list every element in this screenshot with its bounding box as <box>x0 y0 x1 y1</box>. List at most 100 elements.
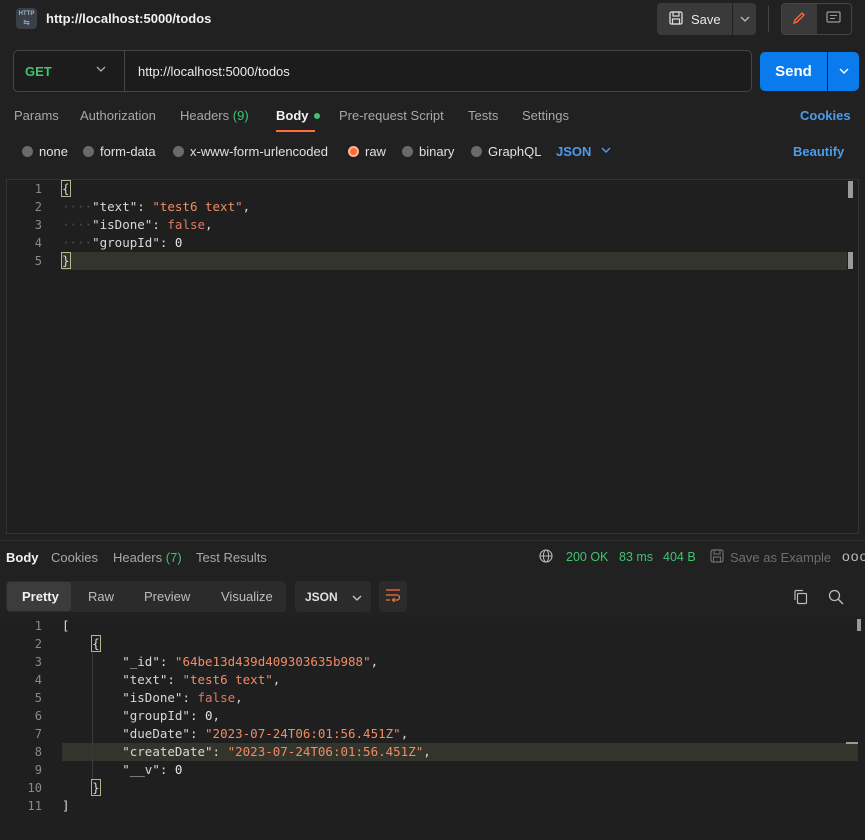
response-scroll-marker <box>846 742 858 744</box>
radio-label: none <box>39 144 68 159</box>
copy-icon[interactable] <box>793 589 809 608</box>
line-number: 5 <box>34 691 42 705</box>
send-options-button[interactable] <box>828 52 859 91</box>
radio-indicator <box>22 146 33 157</box>
tab-authorization[interactable]: Authorization <box>80 108 156 123</box>
response-gutter: 1 2 3 4 5 6 7 8 9 10 11 <box>6 617 42 815</box>
save-button[interactable]: Save <box>657 3 732 35</box>
code-token: } <box>91 779 101 796</box>
radio-indicator-selected <box>348 146 359 157</box>
code-token: "2023-07-24T06:01:56.451Z" <box>205 726 401 741</box>
code-token: "createDate" <box>122 744 213 759</box>
code-token: "__v" <box>122 762 160 777</box>
comment-icon <box>826 10 841 28</box>
tab-headers[interactable]: Headers (9) <box>180 108 249 123</box>
edit-mode-button[interactable] <box>782 4 817 34</box>
save-label: Save <box>691 11 721 27</box>
editor-scrollbar[interactable] <box>848 181 853 198</box>
response-tab-headers[interactable]: Headers (7) <box>113 550 182 565</box>
url-divider <box>124 51 125 91</box>
chevron-down-icon[interactable] <box>601 145 611 156</box>
code-token: 0 <box>174 762 183 777</box>
line-number: 2 <box>34 200 42 214</box>
radio-none[interactable]: none <box>22 144 68 159</box>
code-token: , <box>235 690 243 705</box>
code-token: , <box>272 672 281 687</box>
request-title[interactable]: http://localhost:5000/todos <box>46 11 211 26</box>
comments-button[interactable] <box>817 4 852 34</box>
code-token: "groupId" <box>122 708 190 723</box>
response-time[interactable]: 83 ms <box>619 550 653 564</box>
code-token: [ <box>62 618 70 633</box>
code-token: { <box>91 635 101 652</box>
code-token: "dueDate" <box>122 726 190 741</box>
code-token: "test6 text" <box>152 199 243 214</box>
panel-divider[interactable] <box>0 540 865 541</box>
radio-x-www-form-urlencoded[interactable]: x-www-form-urlencoded <box>173 144 328 159</box>
http-request-icon: HTTP ⇆ <box>16 8 37 29</box>
globe-icon[interactable] <box>539 549 553 566</box>
save-as-example-button[interactable]: Save as Example <box>710 549 831 566</box>
response-format-label: JSON <box>305 589 338 604</box>
view-pretty[interactable]: Pretty <box>22 589 59 604</box>
line-number: 8 <box>34 745 42 759</box>
tab-params[interactable]: Params <box>14 108 59 123</box>
url-input[interactable]: http://localhost:5000/todos <box>138 64 290 79</box>
code-token: "groupId" <box>92 235 160 250</box>
radio-indicator <box>471 146 482 157</box>
raw-format-select[interactable]: JSON <box>556 144 591 159</box>
tab-tests[interactable]: Tests <box>468 108 498 123</box>
code-token: { <box>61 180 71 197</box>
radio-indicator <box>402 146 413 157</box>
line-number: 2 <box>34 637 42 651</box>
radio-binary[interactable]: binary <box>402 144 454 159</box>
send-button[interactable]: Send <box>760 52 827 91</box>
response-format-select[interactable]: JSON <box>295 581 371 612</box>
code-token: ] <box>62 798 70 813</box>
response-headers-count: (7) <box>165 550 182 565</box>
method-select[interactable]: GET <box>25 64 52 79</box>
search-icon[interactable] <box>828 589 844 608</box>
radio-label: form-data <box>100 144 156 159</box>
save-options-button[interactable] <box>733 3 756 35</box>
radio-form-data[interactable]: form-data <box>83 144 156 159</box>
line-number: 1 <box>34 619 42 633</box>
response-tab-test-results[interactable]: Test Results <box>196 550 267 565</box>
code-token: 0 <box>174 235 183 250</box>
more-options-button[interactable]: ooo <box>842 548 865 564</box>
code-token: , <box>400 726 409 741</box>
headers-count: (9) <box>232 108 249 123</box>
response-tab-headers-label: Headers <box>113 550 163 565</box>
line-number: 5 <box>34 254 42 268</box>
active-tab-indicator <box>276 130 315 132</box>
request-code[interactable]: { ····"text": "test6 text", ····"isDone"… <box>61 180 250 270</box>
code-token: false <box>197 690 236 705</box>
body-modified-indicator <box>313 112 320 119</box>
status-code[interactable]: 200 OK <box>566 550 608 564</box>
beautify-button[interactable]: Beautify <box>793 144 844 159</box>
line-number: 9 <box>34 763 42 777</box>
line-number: 3 <box>34 218 42 232</box>
view-preview[interactable]: Preview <box>144 589 190 604</box>
tab-body[interactable]: Body <box>276 108 320 123</box>
pencil-icon <box>792 11 806 28</box>
radio-raw[interactable]: raw <box>348 144 386 159</box>
tab-settings[interactable]: Settings <box>522 108 569 123</box>
chevron-down-icon[interactable] <box>96 64 106 75</box>
cookies-link[interactable]: Cookies <box>800 108 851 123</box>
view-raw[interactable]: Raw <box>88 589 114 604</box>
response-code[interactable]: [ { "_id": "64be13d439d409303635b988", "… <box>62 617 431 815</box>
line-number: 4 <box>34 236 42 250</box>
tab-pre-request-script[interactable]: Pre-request Script <box>339 108 444 123</box>
view-visualize[interactable]: Visualize <box>221 589 273 604</box>
response-tab-body[interactable]: Body <box>6 550 39 565</box>
response-scrollbar[interactable] <box>857 619 861 631</box>
code-token: , <box>423 744 431 759</box>
code-token: } <box>61 252 71 269</box>
response-size[interactable]: 404 B <box>663 550 696 564</box>
response-tab-cookies[interactable]: Cookies <box>51 550 98 565</box>
wrap-lines-button[interactable] <box>379 581 407 612</box>
code-token: , <box>205 217 213 232</box>
radio-graphql[interactable]: GraphQL <box>471 144 541 159</box>
code-token: "text" <box>92 199 138 214</box>
